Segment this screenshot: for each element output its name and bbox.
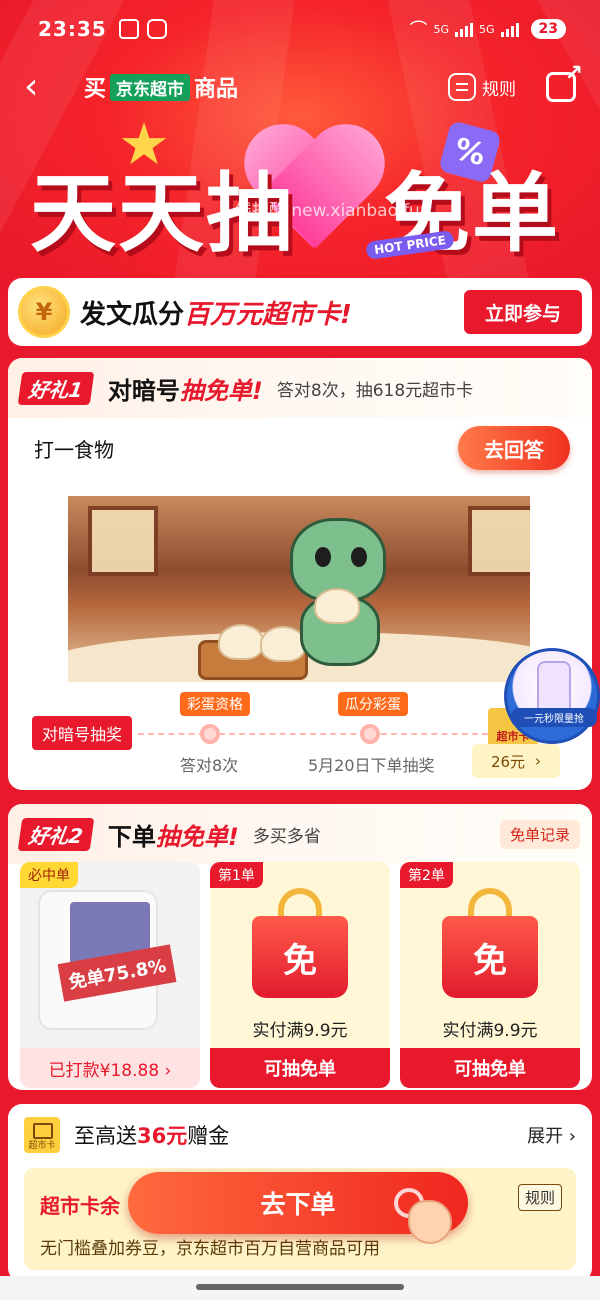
battery-indicator: 23 bbox=[530, 19, 566, 39]
card-value-chip[interactable]: 26元 › bbox=[472, 744, 560, 778]
timeline-step2-tag: 瓜分彩蛋 bbox=[338, 692, 408, 716]
bonus-title-plain: 至高送 bbox=[74, 1124, 137, 1148]
watermark: 线报酷 new.xianbao.fun bbox=[235, 201, 431, 221]
gift1-title-highlight: 抽免单! bbox=[179, 376, 263, 405]
share-icon[interactable] bbox=[546, 61, 583, 102]
card-value: 26元 bbox=[490, 752, 526, 771]
gift1-title: 对暗号抽免单! bbox=[108, 371, 263, 406]
shopping-bag-icon: 免 bbox=[442, 888, 538, 998]
nav-title: 买 京东超市 商品 bbox=[84, 71, 238, 103]
dragon-dumpling-illustration bbox=[68, 496, 530, 682]
paid-amount-bar[interactable]: 已打款¥18.88 › bbox=[20, 1048, 200, 1088]
balance-label: 超市卡余 bbox=[40, 1194, 120, 1218]
join-now-button[interactable]: 立即参与 bbox=[464, 290, 582, 334]
product-tag: 第1单 bbox=[210, 862, 263, 888]
bonus-title-highlight: 36元 bbox=[137, 1124, 188, 1148]
bonus-title-suffix: 赠金 bbox=[187, 1124, 230, 1148]
gift1-card: 好礼1 对暗号抽免单! 答对8次，抽618元超市卡 打一食物 去回答 对暗号抽奖… bbox=[8, 358, 592, 790]
gift2-title: 下单抽免单! bbox=[108, 817, 239, 852]
product-card-order1[interactable]: 第1单 免 实付满9.9元 可抽免单 bbox=[210, 862, 390, 1088]
signal-icon bbox=[454, 21, 473, 37]
back-arrow-icon[interactable]: ‹ bbox=[24, 69, 64, 105]
timeline-step1-label: 答对8次 bbox=[180, 756, 239, 775]
screenshot-icon bbox=[118, 19, 139, 39]
promo-text: 发文瓜分百万元超市卡! bbox=[80, 294, 352, 331]
balance-description: 无门槛叠加券豆，京东超市百万自营商品可用 bbox=[40, 1239, 380, 1259]
draw-free-button[interactable]: 可抽免单 bbox=[400, 1048, 580, 1088]
free-bag-label: 免 bbox=[442, 916, 538, 998]
gift2-header: 好礼2 下单抽免单! 多买多省 免单记录 bbox=[8, 804, 592, 864]
free-bag-label: 免 bbox=[252, 916, 348, 998]
product-condition: 实付满9.9元 bbox=[442, 1021, 538, 1041]
coin-icon: ¥ bbox=[18, 286, 70, 338]
home-indicator[interactable] bbox=[196, 1284, 404, 1290]
floating-ad[interactable]: 一元秒限量抢 bbox=[504, 648, 600, 744]
status-bar: 23:35 ⌒ 5G 5G 23 bbox=[0, 0, 600, 58]
signal-icon-2 bbox=[500, 21, 519, 37]
gift2-card: 好礼2 下单抽免单! 多买多省 免单记录 必中单 免单75.8% 已打款¥18.… bbox=[8, 804, 592, 1090]
nav-title-suffix: 商品 bbox=[194, 77, 239, 102]
gift1-header: 好礼1 对暗号抽免单! 答对8次，抽618元超市卡 bbox=[8, 358, 592, 418]
answer-button[interactable]: 去回答 bbox=[458, 426, 570, 470]
timeline-step2-label: 5月20日下单抽奖 bbox=[308, 756, 435, 775]
status-time: 23:35 bbox=[38, 17, 107, 41]
product-condition: 实付满9.9元 bbox=[252, 1021, 348, 1041]
floating-ad-label: 一元秒限量抢 bbox=[511, 708, 597, 727]
bonus-rules-button[interactable]: 规则 bbox=[517, 1184, 562, 1211]
promo-text-plain: 发文瓜分 bbox=[80, 299, 185, 330]
hero-banner: 23:35 ⌒ 5G 5G 23 ‹ 买 京东超市 商品 规则 ★ bbox=[0, 0, 600, 290]
bonus-header: 超市卡 至高送36元赠金 展开 › bbox=[8, 1104, 592, 1166]
bonus-title: 至高送36元赠金 bbox=[74, 1120, 229, 1150]
gift1-subtitle: 答对8次，抽618元超市卡 bbox=[276, 380, 474, 401]
timeline-step1-dot bbox=[200, 724, 220, 744]
dragon-mascot-icon bbox=[270, 518, 400, 668]
gift1-title-plain: 对暗号 bbox=[107, 376, 180, 405]
signal-label-2: 5G bbox=[478, 22, 495, 36]
jd-supermarket-badge: 京东超市 bbox=[110, 73, 191, 101]
gift1-tag: 好礼1 bbox=[17, 371, 95, 405]
product-card-order2[interactable]: 第2单 免 实付满9.9元 可抽免单 bbox=[400, 862, 580, 1088]
timeline-step2-dot bbox=[360, 724, 380, 744]
nav-title-prefix: 买 bbox=[84, 77, 107, 102]
product-tag: 第2单 bbox=[400, 862, 453, 888]
gift2-tag: 好礼2 bbox=[17, 817, 95, 851]
question-text: 打一食物 bbox=[34, 437, 114, 462]
timeline-step1-tag: 彩蛋资格 bbox=[180, 692, 250, 716]
pointing-hand-icon bbox=[394, 1186, 458, 1248]
nav-bar: ‹ 买 京东超市 商品 规则 bbox=[0, 61, 600, 112]
question-row: 打一食物 去回答 bbox=[8, 418, 592, 478]
shopping-bag-icon: 免 bbox=[252, 888, 348, 998]
timeline-start-label: 对暗号抽奖 bbox=[32, 716, 133, 750]
gift2-title-highlight: 抽免单! bbox=[155, 822, 239, 851]
gift2-title-plain: 下单 bbox=[107, 822, 156, 851]
rules-link[interactable]: 规则 bbox=[448, 73, 516, 101]
free-order-record-button[interactable]: 免单记录 bbox=[499, 819, 580, 849]
product-card-guaranteed[interactable]: 必中单 免单75.8% 已打款¥18.88 › bbox=[20, 862, 200, 1088]
supermarket-card-small-icon: 超市卡 bbox=[24, 1117, 60, 1153]
product-tag: 必中单 bbox=[20, 862, 78, 888]
taobao-app-icon bbox=[146, 19, 167, 39]
expand-toggle[interactable]: 展开 › bbox=[527, 1122, 576, 1148]
signal-label-1: 5G bbox=[433, 22, 449, 36]
product-list: 必中单 免单75.8% 已打款¥18.88 › 第1单 免 实付满9.9元 可抽… bbox=[8, 862, 592, 1088]
draw-free-button[interactable]: 可抽免单 bbox=[210, 1048, 390, 1088]
promo-text-highlight: 百万元超市卡! bbox=[184, 299, 352, 330]
promo-banner: ¥ 发文瓜分百万元超市卡! 立即参与 bbox=[8, 278, 592, 346]
gift2-subtitle: 多买多省 bbox=[252, 826, 321, 847]
rules-label: 规则 bbox=[482, 79, 516, 100]
wifi-icon: ⌒ bbox=[409, 20, 428, 41]
rules-icon bbox=[448, 73, 476, 101]
chevron-right-icon: › bbox=[535, 752, 542, 770]
